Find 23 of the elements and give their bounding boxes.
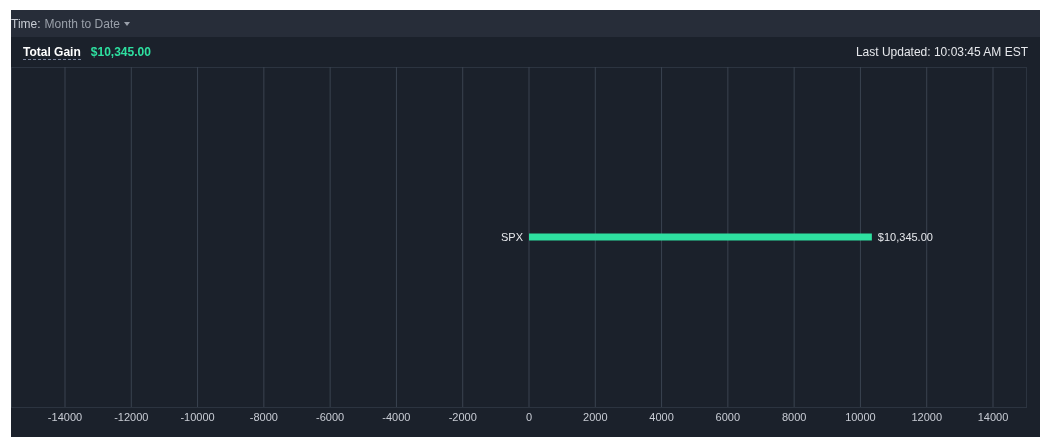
axis-tick-label: 10000 bbox=[845, 411, 876, 423]
axis-tick-label: -6000 bbox=[316, 411, 345, 423]
axis-tick-label: 4000 bbox=[649, 411, 674, 423]
time-label: Time: bbox=[11, 16, 41, 31]
axis-tick-label: -2000 bbox=[448, 411, 477, 423]
axis-tick-label: 6000 bbox=[715, 411, 741, 423]
axis-tick-label: -12000 bbox=[114, 411, 149, 423]
axis-tick-label: 0 bbox=[525, 411, 533, 423]
value-label: $10,345.00 bbox=[877, 231, 933, 243]
axis-tick-label: -14000 bbox=[47, 411, 83, 423]
total-gain-value: $10,345.00 bbox=[90, 45, 151, 59]
total-gain-label: Total Gain bbox=[23, 44, 81, 60]
axis-tick-label: 14000 bbox=[977, 411, 1009, 423]
caret-icon bbox=[123, 21, 130, 26]
time-dropdown[interactable]: Month to Date bbox=[44, 16, 130, 31]
axis-tick-label: 12000 bbox=[911, 411, 942, 423]
axis-tick-label: 2000 bbox=[583, 411, 608, 423]
last-updated-text: Last Updated: 10:03:45 AM EST bbox=[855, 45, 1028, 59]
category-label: SPX bbox=[501, 231, 523, 243]
axis-tick-label: -8000 bbox=[249, 411, 278, 423]
axis-tick-label: -10000 bbox=[180, 411, 215, 423]
axis-tick-label: -4000 bbox=[382, 411, 411, 423]
axis-tick-label: 8000 bbox=[781, 411, 807, 423]
